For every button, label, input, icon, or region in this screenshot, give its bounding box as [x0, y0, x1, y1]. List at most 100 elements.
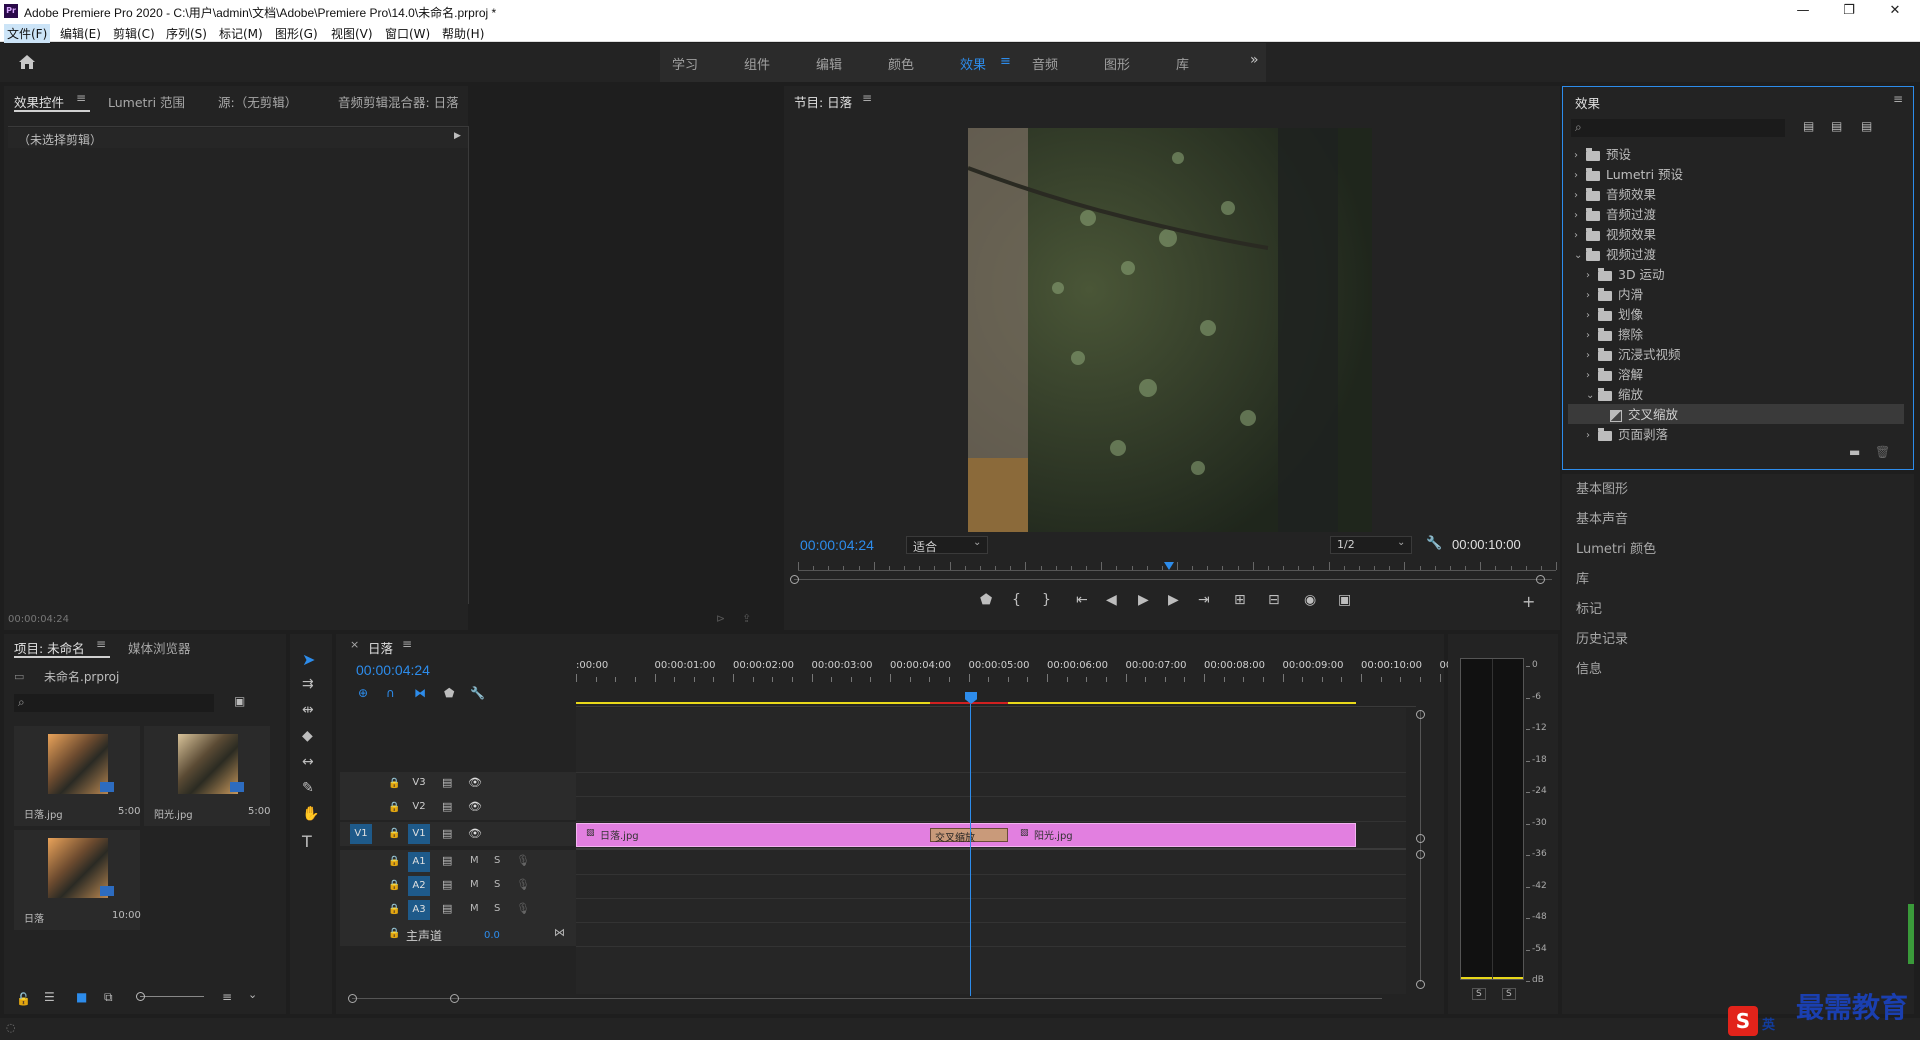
panel-libraries[interactable]: 库: [1576, 568, 1589, 587]
effects-tree-item[interactable]: › 擦除: [1568, 324, 1904, 344]
camera-icon[interactable]: ◉: [1304, 592, 1316, 608]
ws-tab-color[interactable]: 颜色: [888, 54, 914, 73]
horizontal-zoom-handle[interactable]: [348, 994, 357, 1003]
nest-icon[interactable]: ⊕: [358, 686, 368, 700]
program-video-frame[interactable]: [968, 128, 1372, 532]
menu-help[interactable]: 帮助(H): [439, 24, 487, 43]
chevron-down-icon[interactable]: ⌄: [248, 988, 257, 1001]
program-title[interactable]: 节目: 日落: [794, 92, 852, 111]
timeline-settings-icon[interactable]: 🔧: [470, 686, 485, 700]
ws-menu-icon[interactable]: ≡: [1000, 54, 1011, 69]
lock-icon[interactable]: 🔒: [388, 778, 400, 789]
lock-icon[interactable]: 🔒: [388, 928, 400, 939]
ws-tab-learn[interactable]: 学习: [672, 54, 698, 73]
new-bin-icon[interactable]: ▬: [1849, 445, 1860, 459]
home-icon[interactable]: [18, 54, 36, 70]
zoom-slider-handle[interactable]: [136, 992, 145, 1001]
sync-lock-icon[interactable]: ▤: [442, 776, 452, 789]
solo-button[interactable]: S: [494, 879, 500, 890]
expand-arrow-icon[interactable]: ▶: [454, 131, 461, 141]
effects-tree-item[interactable]: › 划像: [1568, 304, 1904, 324]
panel-essential-sound[interactable]: 基本声音: [1576, 508, 1628, 527]
tab-lumetri-scopes[interactable]: Lumetri 范围: [108, 92, 185, 111]
trash-icon[interactable]: 🗑: [1875, 445, 1890, 459]
timeline-timecode[interactable]: 00:00:04:24: [356, 662, 430, 678]
project-search-input[interactable]: ⌕: [14, 694, 214, 712]
track-label-v2[interactable]: V2: [408, 801, 430, 812]
program-timecode[interactable]: 00:00:04:24: [800, 537, 874, 553]
zoom-handle-left[interactable]: [790, 575, 799, 584]
export-icon[interactable]: ⇪: [742, 612, 751, 625]
vertical-zoom-track[interactable]: [1420, 710, 1421, 982]
step-back-icon[interactable]: ◀: [1106, 592, 1117, 608]
restore-icon[interactable]: ❐: [1826, 0, 1872, 22]
more-workspaces-icon[interactable]: »: [1250, 52, 1259, 68]
panel-menu-icon[interactable]: ≡: [96, 637, 106, 651]
horizontal-zoom-handle[interactable]: [450, 994, 459, 1003]
transition-cross-zoom[interactable]: 交叉缩放: [930, 828, 1008, 844]
slip-tool-icon[interactable]: ↔: [302, 754, 314, 770]
lock-icon[interactable]: 🔒: [388, 828, 400, 839]
tab-effect-controls[interactable]: 效果控件: [14, 92, 64, 111]
track-select-tool-icon[interactable]: ⇉: [302, 676, 314, 692]
chevron-right-icon[interactable]: ›: [1586, 290, 1598, 301]
vertical-zoom-handle[interactable]: [1416, 710, 1425, 719]
go-to-in-icon[interactable]: ⇤: [1076, 592, 1088, 608]
chevron-right-icon[interactable]: ›: [1586, 270, 1598, 281]
effects-tree-item[interactable]: › 视频效果: [1568, 224, 1904, 244]
sync-lock-icon[interactable]: ▤: [442, 878, 452, 891]
mark-out-icon[interactable]: }: [1042, 592, 1051, 608]
close-tab-icon[interactable]: ×: [350, 638, 359, 651]
lock-icon[interactable]: 🔓: [16, 992, 31, 1006]
effects-tree-item[interactable]: › 溶解: [1568, 364, 1904, 384]
panel-markers[interactable]: 标记: [1576, 598, 1602, 617]
menu-edit[interactable]: 编辑(E): [57, 24, 104, 43]
ripple-edit-tool-icon[interactable]: ⇹: [302, 702, 314, 718]
vertical-zoom-handle[interactable]: [1416, 850, 1425, 859]
tab-project[interactable]: 项目: 未命名: [14, 638, 85, 657]
menu-view[interactable]: 视图(V): [328, 24, 376, 43]
32bit-effects-icon[interactable]: ▤: [1831, 119, 1842, 133]
ws-tab-assembly[interactable]: 组件: [744, 54, 770, 73]
menu-markers[interactable]: 标记(M): [216, 24, 266, 43]
mute-button[interactable]: M: [470, 903, 479, 914]
chevron-down-icon[interactable]: ⌄: [1574, 250, 1586, 261]
lock-icon[interactable]: 🔒: [388, 856, 400, 867]
vertical-zoom-handle[interactable]: [1416, 980, 1425, 989]
panel-lumetri-color[interactable]: Lumetri 颜色: [1576, 538, 1656, 557]
panel-info[interactable]: 信息: [1576, 658, 1602, 677]
track-label-v1[interactable]: V1: [408, 824, 430, 844]
mute-button[interactable]: M: [470, 879, 479, 890]
menu-file[interactable]: 文件(F): [4, 24, 51, 43]
tab-source[interactable]: 源:（无剪辑）: [218, 92, 297, 111]
compare-icon[interactable]: ▣: [1338, 592, 1351, 608]
quality-select[interactable]: 1/2 ⌄: [1330, 536, 1412, 554]
panel-history[interactable]: 历史记录: [1576, 628, 1628, 647]
track-label-v3[interactable]: V3: [408, 777, 430, 788]
add-marker-icon[interactable]: ⬟: [444, 686, 454, 700]
effects-tree-item[interactable]: › 页面剥落: [1568, 424, 1904, 444]
panel-menu-icon[interactable]: ≡: [1893, 92, 1903, 106]
solo-button[interactable]: S: [494, 903, 500, 914]
solo-right-button[interactable]: S: [1502, 988, 1516, 1000]
yuv-effects-icon[interactable]: ▤: [1861, 119, 1872, 133]
chevron-down-icon[interactable]: ⌄: [1586, 390, 1598, 401]
program-playhead[interactable]: [1164, 562, 1175, 570]
panel-menu-icon[interactable]: ≡: [402, 637, 412, 651]
pen-tool-icon[interactable]: ✎: [302, 780, 314, 796]
sync-lock-icon[interactable]: ▤: [442, 827, 452, 840]
razor-tool-icon[interactable]: ◆: [302, 728, 313, 744]
panel-essential-graphics[interactable]: 基本图形: [1576, 478, 1628, 497]
go-to-icon[interactable]: ⋈: [554, 926, 565, 939]
panel-menu-icon[interactable]: ≡: [862, 91, 872, 105]
fit-select[interactable]: 适合 ⌄: [906, 536, 988, 554]
master-volume-value[interactable]: 0.0: [484, 930, 500, 941]
effects-tree-item[interactable]: › Lumetri 预设: [1568, 164, 1904, 184]
solo-button[interactable]: S: [494, 855, 500, 866]
sort-icon[interactable]: ≡: [222, 990, 232, 1004]
lift-icon[interactable]: ⊞: [1234, 592, 1246, 608]
chevron-right-icon[interactable]: ›: [1586, 330, 1598, 341]
filter-icon[interactable]: ⊳: [716, 612, 725, 625]
menu-clip[interactable]: 剪辑(C): [110, 24, 158, 43]
track-label-a3[interactable]: A3: [408, 900, 430, 920]
